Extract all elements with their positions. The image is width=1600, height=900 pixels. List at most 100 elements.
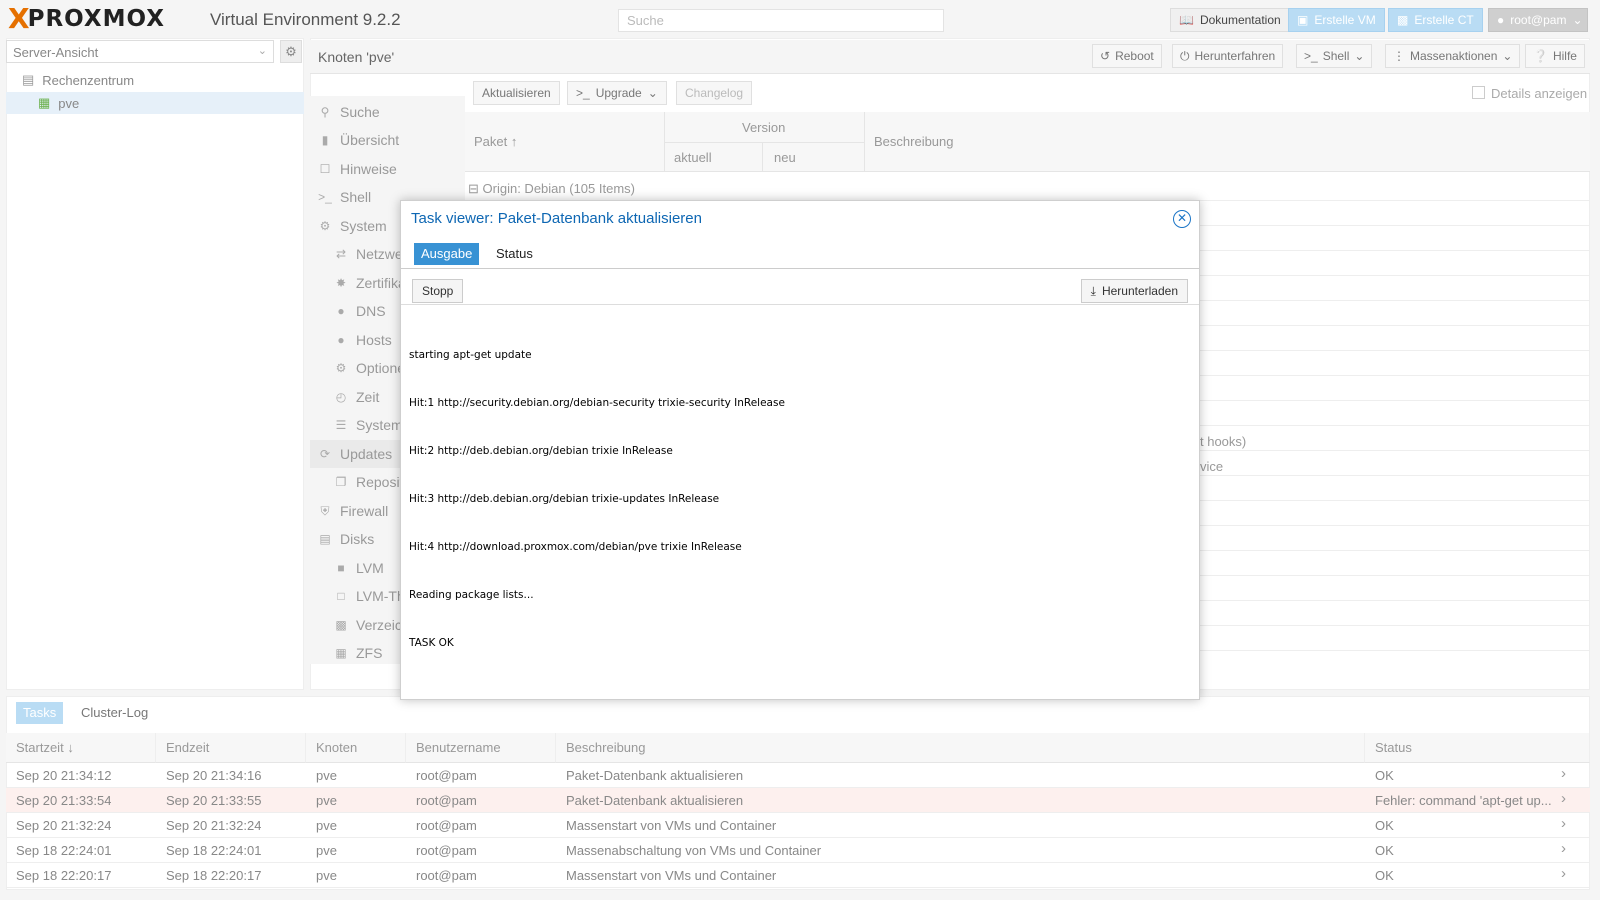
stop-button[interactable]: Stopp — [412, 279, 464, 303]
collapse-icon: ⊟ — [468, 181, 479, 196]
upgrade-label: Upgrade — [595, 86, 642, 100]
nav-item-label: Hinweise — [340, 161, 397, 177]
server-icon: ▤ — [22, 72, 35, 87]
column-version: Version — [742, 120, 786, 135]
task-description: Paket-Datenbank aktualisieren — [566, 793, 744, 808]
exchange-icon: ⇄ — [335, 247, 347, 261]
task-row[interactable]: Sep 20 21:32:24 Sep 20 21:32:24 pve root… — [6, 813, 1590, 838]
tree-item-node-pve[interactable]: ▦ pve — [6, 92, 304, 114]
refresh-updates-button[interactable]: Aktualisieren — [473, 81, 560, 105]
gear-icon[interactable]: ⚙ — [280, 40, 302, 63]
upgrade-button[interactable]: >_ Upgrade ⌄ — [567, 81, 667, 105]
changelog-button[interactable]: Changelog — [676, 81, 753, 105]
sort-desc-icon: ↓ — [67, 740, 74, 755]
terminal-icon: >_ — [318, 190, 332, 204]
column-status[interactable]: Status — [1365, 733, 1590, 763]
log-line: Hit:1 http://security.debian.org/debian-… — [409, 397, 785, 409]
tree-item-datacenter[interactable]: ▤ Rechenzentrum — [6, 69, 304, 91]
chevron-right-icon[interactable]: › — [1561, 765, 1566, 782]
help-button[interactable]: ❔ Hilfe — [1525, 44, 1585, 68]
task-row[interactable]: Sep 20 21:33:54 Sep 20 21:33:55 pve root… — [6, 788, 1590, 813]
column-description[interactable]: Beschreibung — [874, 134, 954, 149]
header-divider — [664, 142, 864, 143]
files-icon: ❐ — [335, 475, 347, 489]
task-user: root@pam — [416, 843, 477, 858]
globe-icon: ● — [337, 333, 345, 347]
log-line: starting apt-get update — [409, 349, 532, 361]
square-outline-icon: □ — [337, 589, 345, 603]
nav-item-time[interactable]: ◴ Zeit — [334, 383, 380, 411]
th-icon: ▦ — [335, 646, 347, 660]
tree-item-node-label: pve — [58, 95, 80, 111]
task-row[interactable]: Sep 18 22:20:17 Sep 18 22:20:17 pve root… — [6, 863, 1590, 888]
nav-item-label: Übersicht — [340, 132, 400, 148]
nav-item-label: Hosts — [356, 332, 392, 348]
nav-item-shell[interactable]: >_ Shell — [318, 183, 371, 211]
shutdown-label: Herunterfahren — [1194, 49, 1276, 63]
task-viewer-title: Task viewer: Paket-Datenbank aktualisier… — [411, 210, 702, 227]
log-line: Hit:4 http://download.proxmox.com/debian… — [409, 541, 742, 553]
documentation-button[interactable]: 📖 Dokumentation — [1170, 8, 1290, 32]
column-package[interactable]: Paket ↑ — [474, 134, 517, 149]
tab-status[interactable]: Status — [489, 243, 540, 265]
close-icon[interactable]: ✕ — [1173, 210, 1191, 228]
tab-tasks[interactable]: Tasks — [16, 702, 64, 724]
chevron-right-icon[interactable]: › — [1561, 840, 1566, 857]
chevron-right-icon[interactable]: › — [1561, 815, 1566, 832]
nav-item-system[interactable]: ⚙ System — [318, 212, 387, 240]
download-icon: ⤓ — [1090, 283, 1096, 298]
column-new[interactable]: neu — [774, 150, 796, 165]
nav-item-zfs[interactable]: ▦ ZFS — [334, 639, 382, 664]
download-button[interactable]: ⤓ Herunterladen — [1080, 279, 1188, 303]
nav-item-summary[interactable]: ▮ Übersicht — [318, 126, 399, 154]
nav-item-label: Suche — [340, 104, 380, 120]
bulk-actions-button[interactable]: ⋮ Massenaktionen ⌄ — [1385, 44, 1521, 68]
task-user: root@pam — [416, 818, 477, 833]
task-start: Sep 20 21:32:24 — [16, 818, 112, 833]
shell-button[interactable]: >_ Shell ⌄ — [1296, 44, 1373, 68]
chevron-right-icon[interactable]: › — [1561, 790, 1566, 807]
shutdown-button[interactable]: ⏻ Herunterfahren — [1172, 44, 1284, 68]
task-row[interactable]: Sep 18 22:24:01 Sep 18 22:24:01 pve root… — [6, 838, 1590, 863]
task-user: root@pam — [416, 868, 477, 883]
create-vm-label: Erstelle VM — [1314, 13, 1376, 27]
proxmox-logo[interactable]: X PROXMOX — [8, 3, 165, 35]
create-ct-button[interactable]: ▩ Erstelle CT — [1388, 8, 1483, 32]
nav-item-firewall[interactable]: ⛨ Firewall — [318, 497, 388, 525]
task-row[interactable]: Sep 20 21:34:12 Sep 20 21:34:16 pve root… — [6, 763, 1590, 788]
column-username[interactable]: Benutzername — [406, 733, 556, 763]
gear-icon: ⚙ — [335, 361, 347, 375]
column-description[interactable]: Beschreibung — [556, 733, 1365, 763]
nav-item-dns[interactable]: ● DNS — [334, 297, 385, 325]
header-divider — [864, 112, 865, 172]
updates-grid-header — [465, 112, 1590, 172]
group-origin-debian[interactable]: ⊟ Origin: Debian (105 Items) — [468, 181, 635, 197]
log-line: TASK OK — [409, 637, 454, 649]
tab-cluster-log[interactable]: Cluster-Log — [74, 702, 155, 724]
nav-item-disks[interactable]: ▤ Disks — [318, 525, 374, 553]
tab-output[interactable]: Ausgabe — [414, 243, 480, 265]
column-start-time[interactable]: Startzeit ↓ — [6, 733, 156, 763]
task-description: Massenstart von VMs und Container — [566, 868, 777, 883]
task-end: Sep 20 21:34:16 — [166, 768, 262, 783]
column-current[interactable]: aktuell — [674, 150, 712, 165]
reboot-button[interactable]: ↺ Reboot — [1092, 44, 1162, 68]
create-vm-button[interactable]: ▣ Erstelle VM — [1288, 8, 1385, 32]
task-node: pve — [316, 843, 337, 858]
task-status: OK — [1375, 868, 1394, 883]
product-version: Virtual Environment 9.2.2 — [210, 10, 401, 29]
server-view-select[interactable]: Server-Ansicht ⌄ — [6, 40, 274, 63]
task-status: OK — [1375, 843, 1394, 858]
global-search-input[interactable]: Suche — [618, 9, 944, 32]
column-node[interactable]: Knoten — [306, 733, 406, 763]
help-label: Hilfe — [1552, 49, 1577, 63]
details-checkbox[interactable] — [1472, 86, 1485, 99]
chevron-right-icon[interactable]: › — [1561, 865, 1566, 882]
nav-item-hosts[interactable]: ● Hosts — [334, 326, 392, 354]
nav-item-lvm[interactable]: ■ LVM — [334, 554, 383, 582]
user-menu-button[interactable]: ● root@pam ⌄ — [1488, 8, 1588, 32]
nav-item-notes[interactable]: ☐ Hinweise — [318, 155, 397, 183]
chevron-down-icon: ⌄ — [647, 86, 658, 100]
nav-item-search[interactable]: ⚲ Suche — [318, 98, 380, 126]
column-end-time[interactable]: Endzeit — [156, 733, 306, 763]
